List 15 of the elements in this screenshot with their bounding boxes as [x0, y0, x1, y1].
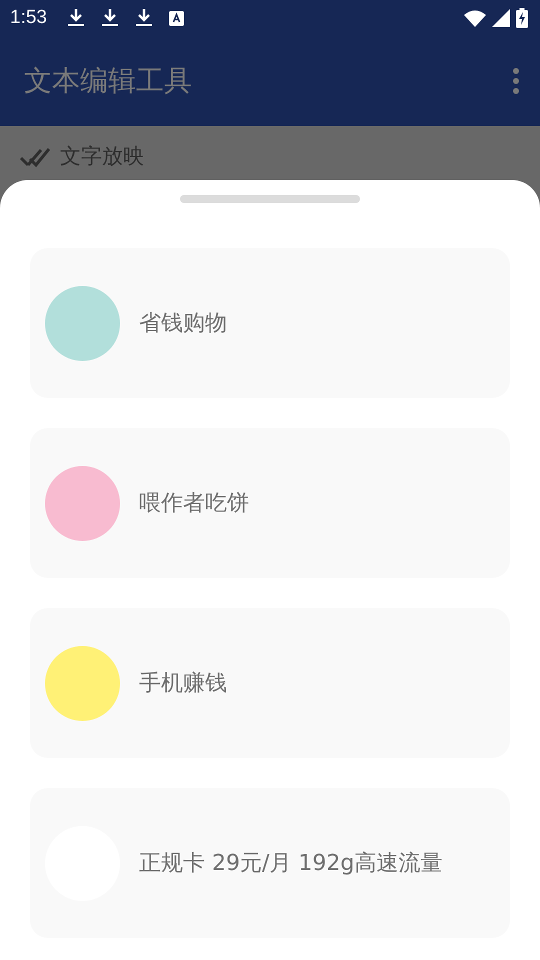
option-card[interactable]: 省钱购物 [30, 248, 510, 398]
more-options-icon[interactable] [512, 68, 520, 94]
wifi-icon [464, 10, 486, 26]
battery-charging-icon [516, 8, 528, 28]
download-icon [134, 8, 153, 28]
keyboard-a-icon [168, 10, 184, 26]
app-title: 文本编辑工具 [24, 63, 193, 99]
signal-icon [492, 9, 510, 27]
download-icon [100, 8, 119, 28]
download-icon [66, 8, 85, 28]
status-time: 1:53 [10, 7, 47, 29]
option-card[interactable]: 喂作者吃饼 [30, 428, 510, 578]
drag-handle[interactable] [180, 195, 360, 203]
option-card[interactable]: 手机赚钱 [30, 608, 510, 758]
menu-item-label: 文字放映 [60, 143, 144, 170]
